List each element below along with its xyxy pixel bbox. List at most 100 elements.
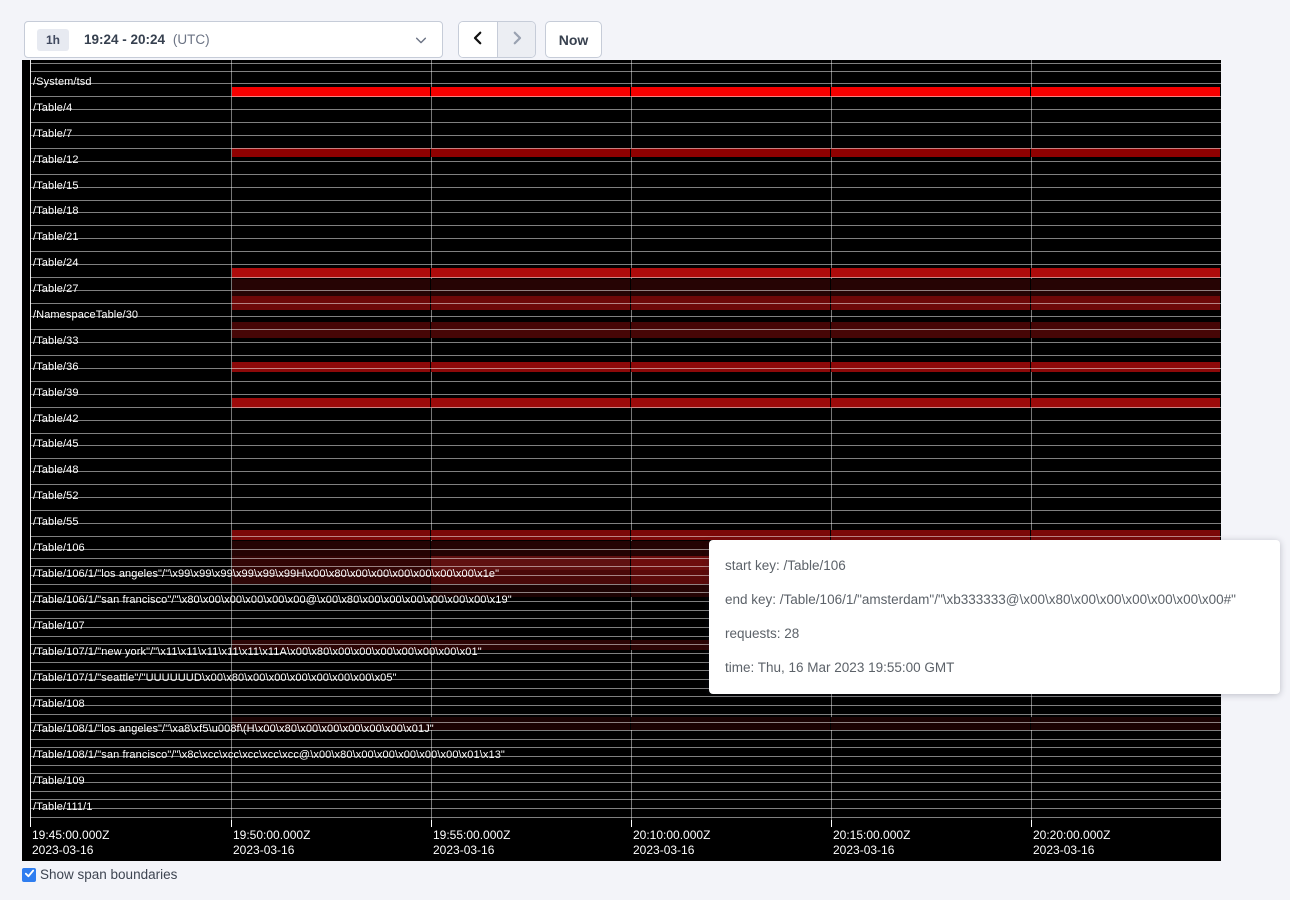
row-label: /Table/107 [33, 620, 85, 633]
heat-band[interactable] [232, 279, 430, 296]
now-button[interactable]: Now [545, 21, 602, 58]
row-label: /Table/15 [33, 180, 79, 193]
heat-band[interactable] [831, 148, 1030, 157]
x-axis-date: 2023-03-16 [32, 843, 109, 858]
duration-badge: 1h [37, 29, 69, 51]
row-label: /Table/18 [33, 205, 79, 218]
x-axis-date: 2023-03-16 [833, 843, 910, 858]
check-icon [24, 866, 35, 884]
span-boundary-line [30, 71, 1221, 72]
row-label: /Table/42 [33, 413, 79, 426]
show-span-boundaries-toggle[interactable]: Show span boundaries [22, 867, 177, 882]
tooltip-start-key: start key: /Table/106 [725, 549, 1264, 583]
heat-band[interactable] [1031, 362, 1220, 373]
span-boundary-line [30, 277, 1221, 278]
key-visualizer-heatmap[interactable]: /System/tsd/Table/4/Table/7/Table/12/Tab… [22, 60, 1221, 861]
span-boundary-line [30, 808, 1221, 809]
x-axis-label: 20:15:00.000Z2023-03-16 [833, 828, 910, 857]
heat-band[interactable] [631, 279, 830, 296]
span-boundary-line [30, 316, 1221, 317]
heat-band[interactable] [431, 530, 630, 541]
heat-band[interactable] [631, 717, 830, 730]
heat-band[interactable] [1031, 717, 1220, 730]
heat-band[interactable] [1031, 279, 1220, 296]
span-boundary-line [30, 83, 1221, 84]
heat-band[interactable] [431, 279, 630, 296]
heat-band[interactable] [232, 362, 430, 373]
cell-tooltip: start key: /Table/106 end key: /Table/10… [709, 540, 1280, 694]
x-axis-tick [831, 820, 832, 827]
span-boundary-line [30, 484, 1221, 485]
heat-band[interactable] [831, 530, 1030, 541]
span-boundary-line [30, 135, 1221, 136]
span-boundary-line [30, 471, 1221, 472]
x-axis-label: 19:55:00.000Z2023-03-16 [433, 828, 510, 857]
heat-band[interactable] [232, 148, 430, 157]
row-label: /NamespaceTable/30 [33, 309, 138, 322]
row-label: /Table/45 [33, 438, 79, 451]
x-axis-label: 20:20:00.000Z2023-03-16 [1033, 828, 1110, 857]
x-axis-tick [431, 820, 432, 827]
x-axis-tick [231, 820, 232, 827]
span-boundary-line [30, 458, 1221, 459]
span-boundary-line [30, 174, 1221, 175]
prev-time-button[interactable] [459, 22, 497, 57]
span-boundary-line [30, 63, 1221, 64]
row-label: /Table/4 [33, 102, 72, 115]
row-label: /Table/55 [33, 516, 79, 529]
row-label: /System/tsd [33, 76, 92, 89]
heat-band[interactable] [831, 279, 1030, 296]
x-axis-label: 19:50:00.000Z2023-03-16 [233, 828, 310, 857]
chevron-down-icon [414, 33, 428, 52]
heat-band[interactable] [631, 362, 830, 373]
row-label: /Table/39 [33, 387, 79, 400]
heat-band[interactable] [831, 322, 1030, 338]
span-boundary-line [30, 791, 1221, 792]
next-time-button[interactable] [497, 22, 535, 57]
heat-band[interactable] [631, 530, 830, 541]
span-boundary-line [30, 381, 1221, 382]
heat-band[interactable] [831, 362, 1030, 373]
span-boundary-line [30, 420, 1221, 421]
span-boundary-line [30, 739, 1221, 740]
heat-band[interactable] [431, 148, 630, 157]
row-label: /Table/108 [33, 698, 85, 711]
span-boundary-line [30, 329, 1221, 330]
row-label: /Table/106/1/"los angeles"/"\x99\x99\x99… [33, 568, 499, 581]
heat-band[interactable] [1031, 530, 1220, 541]
span-boundary-line [30, 536, 1221, 537]
span-boundary-line [30, 355, 1221, 356]
x-axis-time: 20:15:00.000Z [833, 828, 910, 843]
span-boundary-line [30, 238, 1221, 239]
x-axis-date: 2023-03-16 [233, 843, 310, 858]
x-axis-tick [1031, 820, 1032, 827]
heat-band[interactable] [1031, 322, 1220, 338]
row-label: /Table/52 [33, 490, 79, 503]
span-boundary-line [30, 696, 1221, 697]
span-boundary-line [30, 407, 1221, 408]
heat-band[interactable] [631, 148, 830, 157]
x-axis-time: 19:55:00.000Z [433, 828, 510, 843]
x-axis-tick [30, 820, 31, 827]
span-boundary-line [30, 394, 1221, 395]
span-boundary-line [30, 765, 1221, 766]
x-axis-date: 2023-03-16 [1033, 843, 1110, 858]
span-boundary-line [30, 96, 1221, 97]
heat-band[interactable] [431, 322, 630, 338]
heat-band[interactable] [631, 322, 830, 338]
span-boundary-line [30, 200, 1221, 201]
heat-band[interactable] [232, 530, 430, 541]
row-label: /Table/108/1/"los angeles"/"\xa8\xf5\u00… [33, 723, 434, 736]
heat-band[interactable] [232, 322, 430, 338]
heat-band[interactable] [1031, 148, 1220, 157]
time-range-select[interactable]: 1h 19:24 - 20:24 (UTC) [24, 21, 443, 58]
heat-band[interactable] [431, 362, 630, 373]
show-span-boundaries-checkbox[interactable] [22, 868, 36, 882]
x-axis-date: 2023-03-16 [433, 843, 510, 858]
span-boundary-line [30, 368, 1221, 369]
x-axis-time: 19:45:00.000Z [32, 828, 109, 843]
x-axis-label: 19:45:00.000Z2023-03-16 [32, 828, 109, 857]
row-label: /Table/24 [33, 257, 79, 270]
heat-band[interactable] [431, 717, 630, 730]
heat-band[interactable] [831, 717, 1030, 730]
